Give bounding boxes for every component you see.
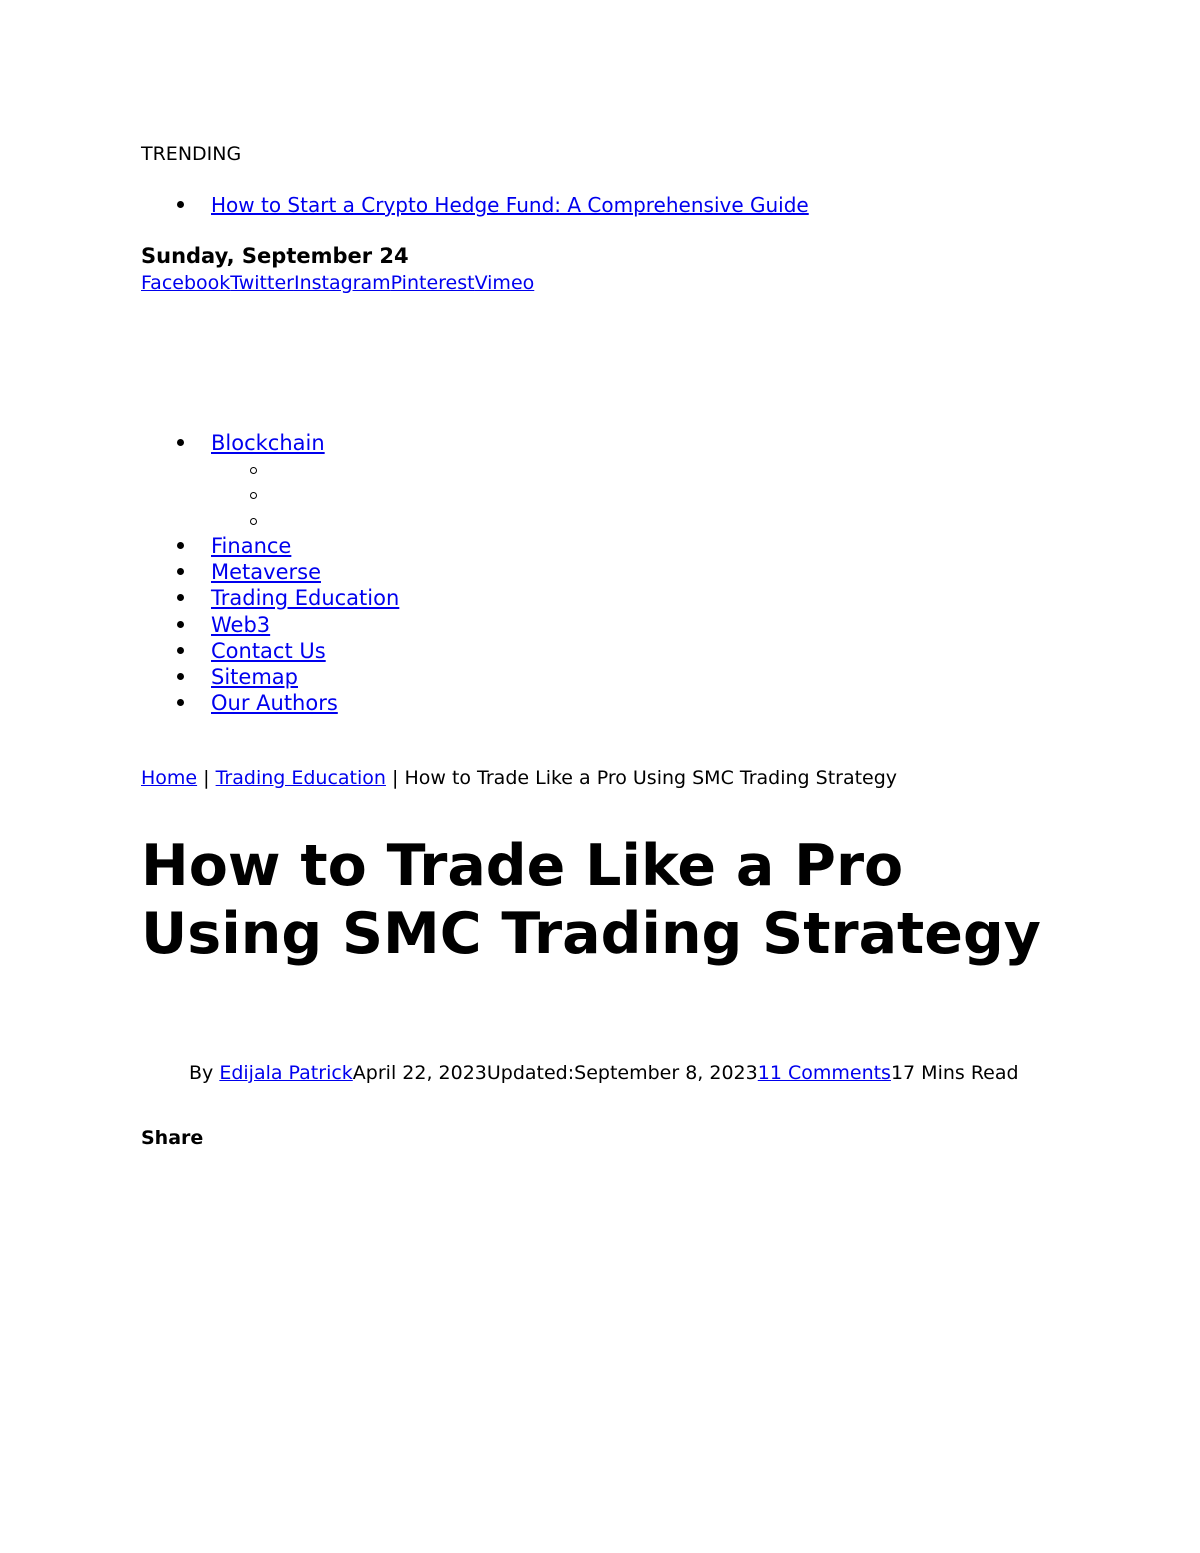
bullet-marker <box>177 201 184 208</box>
vimeo-link[interactable]: Vimeo <box>475 272 535 294</box>
breadcrumb-separator: | <box>392 767 399 789</box>
bullet-marker <box>177 568 184 575</box>
trending-link[interactable]: How to Start a Crypto Hedge Fund: A Comp… <box>211 192 809 218</box>
breadcrumb-home-link[interactable]: Home <box>141 767 197 789</box>
updated-label: Updated: <box>486 1062 575 1084</box>
circle-marker <box>250 518 257 525</box>
circle-marker <box>250 492 257 499</box>
share-label: Share <box>141 1127 204 1149</box>
breadcrumb-category-link[interactable]: Trading Education <box>216 767 386 789</box>
bullet-marker <box>177 542 184 549</box>
published-date: April 22, 2023 <box>352 1062 487 1084</box>
nav-link-our-authors[interactable]: Our Authors <box>211 690 338 716</box>
instagram-link[interactable]: Instagram <box>294 272 391 294</box>
nav-link-web3[interactable]: Web3 <box>211 612 270 638</box>
trending-label: TRENDING <box>141 143 242 165</box>
social-links: FacebookTwitterInstagramPinterestVimeo <box>141 271 534 295</box>
pinterest-link[interactable]: Pinterest <box>391 272 475 294</box>
breadcrumb-separator: | <box>203 767 210 789</box>
nav-link-blockchain[interactable]: Blockchain <box>211 430 325 456</box>
nav-link-finance[interactable]: Finance <box>211 533 291 559</box>
facebook-link[interactable]: Facebook <box>141 272 230 294</box>
byline-prefix: By <box>189 1062 214 1084</box>
article-meta: By Edijala PatrickApril 22, 2023Updated:… <box>189 1060 1019 1086</box>
current-date: Sunday, September 24 <box>141 244 409 268</box>
author-link[interactable]: Edijala Patrick <box>219 1062 352 1084</box>
breadcrumb-current: How to Trade Like a Pro Using SMC Tradin… <box>404 767 898 789</box>
twitter-link[interactable]: Twitter <box>230 272 294 294</box>
bullet-marker <box>177 594 184 601</box>
comments-link[interactable]: 11 Comments <box>758 1062 891 1084</box>
breadcrumb: Home | Trading Education | How to Trade … <box>141 765 897 791</box>
bullet-marker <box>177 699 184 706</box>
nav-link-contact-us[interactable]: Contact Us <box>211 638 326 664</box>
updated-date: September 8, 2023 <box>574 1062 758 1084</box>
bullet-marker <box>177 439 184 446</box>
bullet-marker <box>177 647 184 654</box>
bullet-marker <box>177 621 184 628</box>
bullet-marker <box>177 673 184 680</box>
article-title: How to Trade Like a Pro Using SMC Tradin… <box>141 833 1041 967</box>
circle-marker <box>250 467 257 474</box>
nav-link-sitemap[interactable]: Sitemap <box>211 664 298 690</box>
read-time: 17 Mins Read <box>890 1062 1019 1084</box>
nav-link-trading-education[interactable]: Trading Education <box>211 585 399 611</box>
nav-link-metaverse[interactable]: Metaverse <box>211 559 321 585</box>
